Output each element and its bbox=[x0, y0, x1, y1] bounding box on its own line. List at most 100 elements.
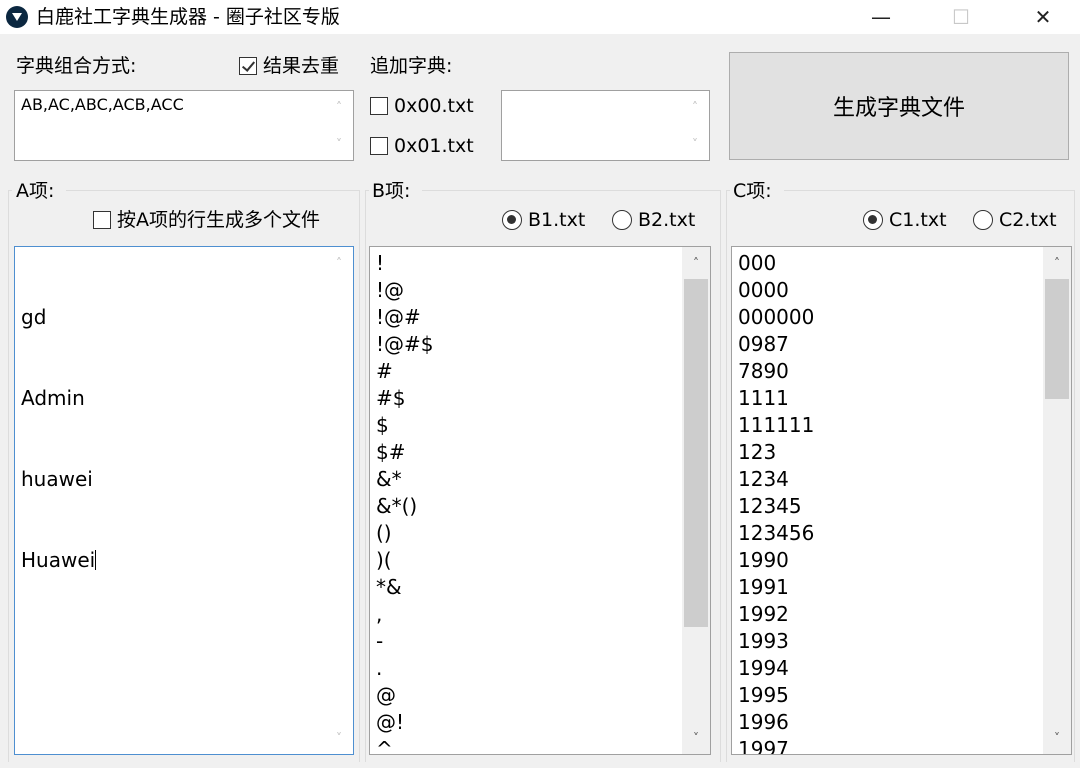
radio-b1[interactable]: B1.txt bbox=[502, 208, 585, 232]
list-item: 0987 bbox=[738, 332, 789, 356]
list-item: @ bbox=[376, 683, 396, 707]
combo-label: 字典组合方式: bbox=[16, 55, 137, 77]
checkbox-checked-icon[interactable] bbox=[239, 57, 257, 75]
group-a-label: A项: bbox=[16, 180, 55, 202]
chevron-down-icon[interactable]: ˅ bbox=[325, 132, 353, 156]
scrollbar-thumb[interactable] bbox=[1045, 279, 1069, 399]
list-item: 000 bbox=[738, 251, 777, 275]
list-item: 1234 bbox=[738, 467, 789, 491]
append-label: 追加字典: bbox=[370, 55, 453, 77]
group-a-scrollbar[interactable]: ˄ ˅ bbox=[325, 247, 353, 754]
combo-input[interactable]: AB,AC,ABC,ACB,ACC ˄ ˅ bbox=[14, 90, 354, 161]
list-item: &* bbox=[376, 467, 402, 491]
radio-label: C1.txt bbox=[889, 209, 947, 231]
title-bar: 白鹿社工字典生成器 - 圈子社区专版 — ☐ ✕ bbox=[0, 0, 1080, 34]
group-b-textarea[interactable]: ! !@ !@# !@#$ # #$ $ $# &* &*() ())(*&, -. @ @! ^ ˄ ˅ bbox=[369, 246, 711, 755]
group-c-textarea[interactable]: 000 0000 000000 0987 7890 1111 111111 123 1234 12… bbox=[731, 246, 1072, 755]
multi-file-label: 按A项的行生成多个文件 bbox=[117, 209, 320, 231]
list-item: ! bbox=[376, 251, 385, 275]
list-item: 0000 bbox=[738, 278, 789, 302]
combo-value: AB,AC,ABC,ACB,ACC bbox=[21, 95, 184, 114]
radio-c1[interactable]: C1.txt bbox=[863, 208, 947, 232]
window-title: 白鹿社工字典生成器 - 圈子社区专版 bbox=[36, 6, 340, 28]
list-item: $# bbox=[376, 440, 406, 464]
group-a-lines: gd Admin huawei Huawei bbox=[21, 250, 323, 628]
list-item: - bbox=[376, 629, 384, 653]
group-b-lines: ! !@ !@# !@#$ # #$ $ $# &* &*() ())(*&, -. @ @! ^ bbox=[376, 250, 680, 755]
checkbox-icon[interactable] bbox=[370, 97, 388, 115]
list-item: #$ bbox=[376, 386, 406, 410]
list-item: 1997 bbox=[738, 737, 789, 755]
checkbox-icon[interactable] bbox=[370, 137, 388, 155]
list-item: 123 bbox=[738, 440, 777, 464]
chevron-down-icon[interactable]: ˅ bbox=[1043, 726, 1071, 750]
combo-scrollbar[interactable]: ˄ ˅ bbox=[325, 91, 353, 160]
radio-icon[interactable] bbox=[973, 210, 993, 230]
list-item: 7890 bbox=[738, 359, 789, 383]
list-item: 1993 bbox=[738, 629, 789, 653]
chevron-up-icon[interactable]: ˄ bbox=[325, 251, 353, 275]
list-item: huawei bbox=[21, 467, 93, 491]
append-option-label: 0x00.txt bbox=[394, 95, 474, 117]
list-item: ^ bbox=[376, 737, 393, 755]
close-button[interactable]: ✕ bbox=[1020, 0, 1066, 34]
list-item: () bbox=[376, 521, 392, 545]
text-caret bbox=[95, 550, 97, 570]
group-b-label: B项: bbox=[372, 180, 411, 202]
chevron-up-icon[interactable]: ˄ bbox=[325, 95, 353, 119]
chevron-down-icon[interactable]: ˅ bbox=[682, 726, 710, 750]
radio-b2[interactable]: B2.txt bbox=[612, 208, 695, 232]
radio-icon[interactable] bbox=[612, 210, 632, 230]
list-item: 1995 bbox=[738, 683, 789, 707]
radio-c2[interactable]: C2.txt bbox=[973, 208, 1057, 232]
chevron-up-icon[interactable]: ˄ bbox=[681, 95, 709, 119]
append-option-0x01[interactable]: 0x01.txt bbox=[370, 134, 474, 158]
list-item: !@ bbox=[376, 278, 405, 302]
list-item: , bbox=[376, 602, 383, 626]
list-item: 1990 bbox=[738, 548, 789, 572]
deer-icon bbox=[6, 6, 28, 28]
list-item: Admin bbox=[21, 386, 85, 410]
list-item: . bbox=[376, 656, 383, 680]
chevron-down-icon[interactable]: ˅ bbox=[681, 132, 709, 156]
append-option-label: 0x01.txt bbox=[394, 135, 474, 157]
list-item: 1996 bbox=[738, 710, 789, 734]
minimize-button[interactable]: — bbox=[858, 0, 904, 34]
radio-selected-icon[interactable] bbox=[863, 210, 883, 230]
radio-label: B2.txt bbox=[638, 209, 696, 231]
list-item: 12345 bbox=[738, 494, 802, 518]
append-scrollbar[interactable]: ˄ ˅ bbox=[681, 91, 709, 160]
chevron-up-icon[interactable]: ˄ bbox=[682, 251, 710, 275]
radio-selected-icon[interactable] bbox=[502, 210, 522, 230]
dedupe-label: 结果去重 bbox=[263, 55, 340, 77]
group-c-scrollbar[interactable]: ˄ ˅ bbox=[1043, 247, 1071, 754]
list-item: 000000 bbox=[738, 305, 815, 329]
list-item: @! bbox=[376, 710, 405, 734]
chevron-up-icon[interactable]: ˄ bbox=[1043, 251, 1071, 275]
list-item: *& bbox=[376, 575, 402, 599]
scrollbar-thumb[interactable] bbox=[684, 279, 708, 627]
list-item: 1994 bbox=[738, 656, 789, 680]
dedupe-checkbox[interactable]: 结果去重 bbox=[239, 54, 339, 78]
list-item: !@# bbox=[376, 305, 421, 329]
list-item: &*() bbox=[376, 494, 418, 518]
list-item-text: Huawei bbox=[21, 548, 96, 572]
chevron-down-icon[interactable]: ˅ bbox=[325, 726, 353, 750]
list-item: 1992 bbox=[738, 602, 789, 626]
checkbox-icon[interactable] bbox=[93, 211, 111, 229]
list-item: 111111 bbox=[738, 413, 815, 437]
list-item: )( bbox=[376, 548, 392, 572]
list-item: gd bbox=[21, 305, 47, 329]
maximize-button[interactable]: ☐ bbox=[938, 0, 984, 34]
group-b-scrollbar[interactable]: ˄ ˅ bbox=[682, 247, 710, 754]
list-item: !@#$ bbox=[376, 332, 434, 356]
list-item: $ bbox=[376, 413, 389, 437]
append-option-0x00[interactable]: 0x00.txt bbox=[370, 94, 474, 118]
generate-dictionary-button[interactable]: 生成字典文件 bbox=[729, 52, 1069, 160]
group-a-textarea[interactable]: gd Admin huawei Huawei ˄ ˅ bbox=[14, 246, 354, 755]
append-input[interactable]: ˄ ˅ bbox=[501, 90, 710, 161]
list-item: Huawei bbox=[21, 547, 323, 574]
multi-file-checkbox[interactable]: 按A项的行生成多个文件 bbox=[93, 208, 320, 232]
list-item: 123456 bbox=[738, 521, 815, 545]
radio-label: C2.txt bbox=[999, 209, 1057, 231]
